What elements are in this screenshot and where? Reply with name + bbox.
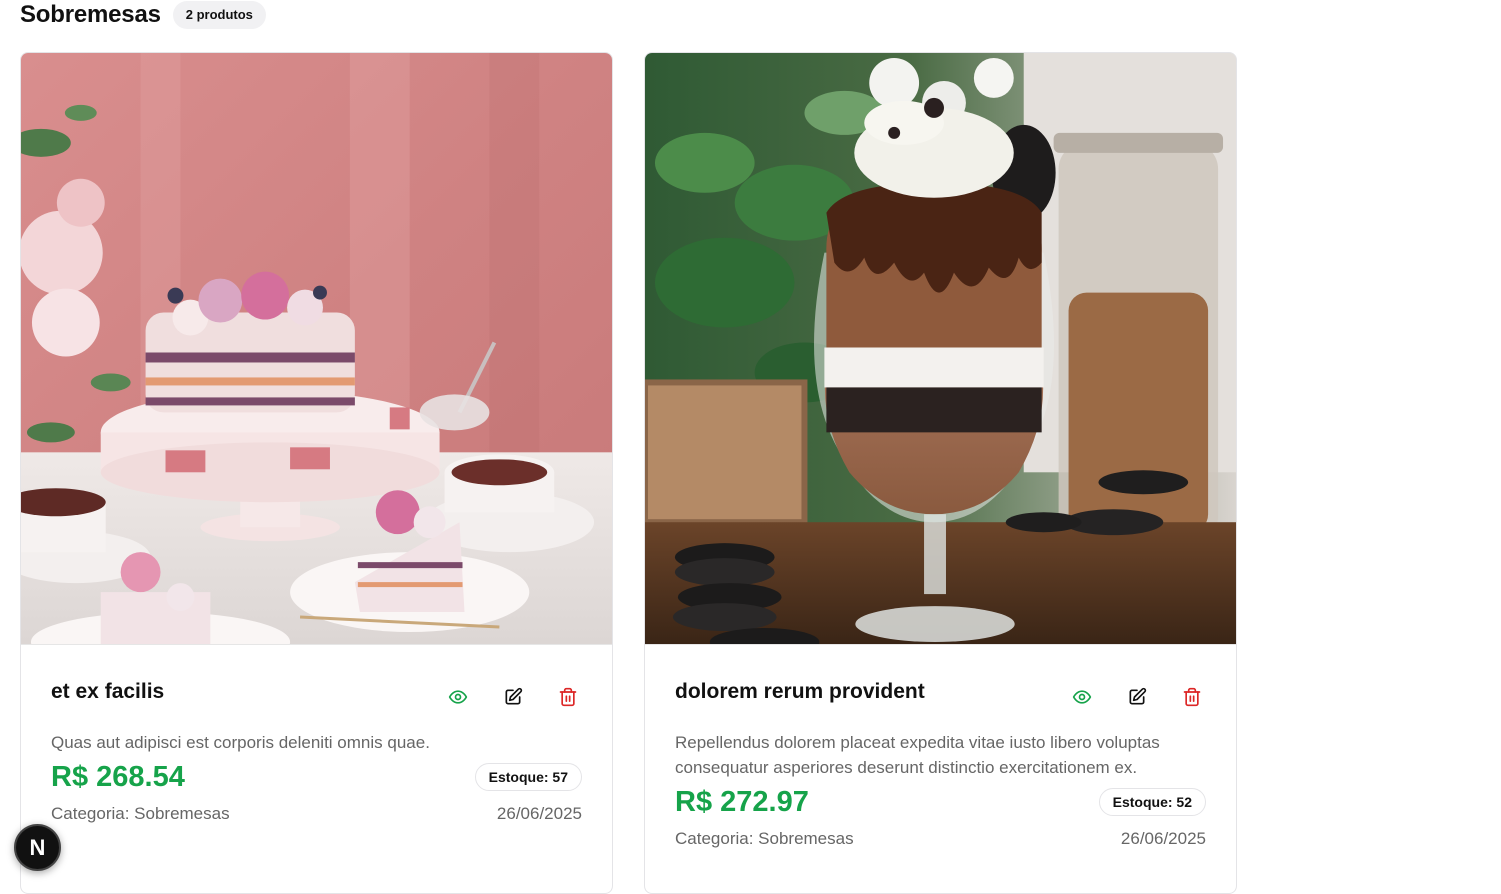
trash-icon	[559, 687, 577, 707]
delete-button[interactable]	[1180, 685, 1204, 709]
product-category: Categoria: Sobremesas	[675, 829, 854, 848]
product-image-sundae	[645, 53, 1236, 645]
card-body: et ex facilis Quas aut adipisci est corp…	[51, 645, 582, 827]
nextjs-dev-badge[interactable]: N	[14, 824, 61, 871]
product-card: dolorem rerum provident Repellendus dolo…	[644, 52, 1237, 894]
product-date: 26/06/2025	[496, 804, 582, 823]
product-count-badge: 2 produtos	[172, 1, 266, 29]
product-description: Repellendus dolorem placeat expedita vit…	[675, 733, 1160, 777]
product-date: 26/06/2025	[1120, 829, 1206, 848]
trash-icon	[1183, 687, 1201, 707]
product-card: et ex facilis Quas aut adipisci est corp…	[20, 52, 613, 894]
edit-button[interactable]	[501, 685, 525, 709]
section-header: Sobremesas 2 produtos	[20, 0, 266, 30]
card-actions	[1070, 685, 1204, 709]
delete-button[interactable]	[556, 685, 580, 709]
stock-badge: Estoque: 57	[474, 763, 582, 791]
product-category: Categoria: Sobremesas	[51, 804, 230, 823]
edit-button[interactable]	[1125, 685, 1149, 709]
card-body: dolorem rerum provident Repellendus dolo…	[675, 645, 1206, 852]
view-button[interactable]	[1070, 685, 1094, 709]
product-price: R$ 272.97	[675, 786, 809, 818]
eye-icon	[448, 690, 468, 704]
product-description: Quas aut adipisci est corporis deleniti …	[51, 733, 430, 752]
edit-icon	[505, 687, 523, 705]
card-actions	[446, 685, 580, 709]
product-title: dolorem rerum provident	[675, 680, 925, 703]
product-image-cake	[21, 53, 612, 645]
edit-icon	[1129, 687, 1147, 705]
eye-icon	[1072, 690, 1092, 704]
stock-badge: Estoque: 52	[1098, 788, 1206, 816]
view-button[interactable]	[446, 685, 470, 709]
section-title: Sobremesas	[20, 1, 161, 28]
nextjs-logo-icon: N	[29, 834, 46, 860]
product-title: et ex facilis	[51, 680, 165, 703]
product-price: R$ 268.54	[51, 761, 185, 793]
